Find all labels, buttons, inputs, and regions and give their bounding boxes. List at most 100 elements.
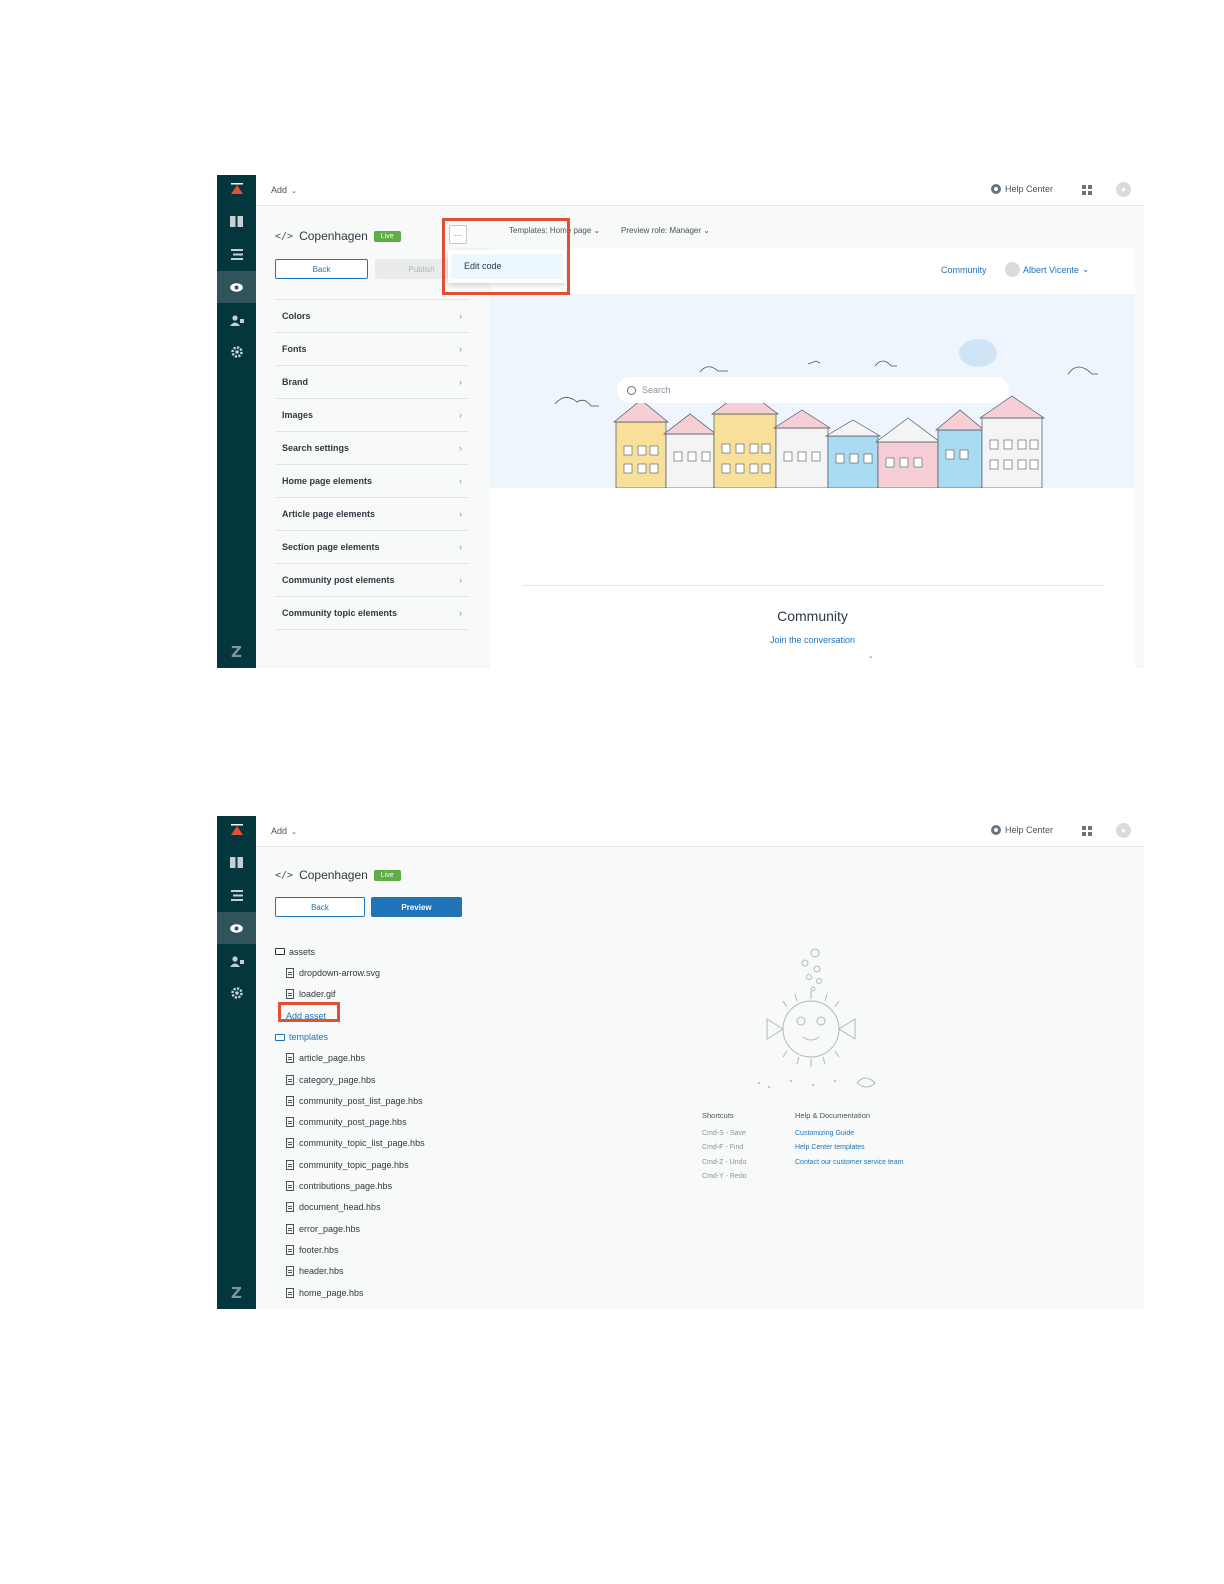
file-item[interactable]: contributions_page.hbs — [275, 1175, 515, 1196]
file-item[interactable]: community_topic_list_page.hbs — [275, 1133, 515, 1154]
file-item[interactable]: document_head.hbs — [275, 1197, 515, 1218]
user-avatar-icon[interactable]: ● — [1116, 823, 1131, 838]
settings-row-community-topic-elements[interactable]: Community topic elements › — [275, 597, 469, 630]
file-item[interactable]: article_page.hbs — [275, 1048, 515, 1069]
settings-icon[interactable] — [217, 977, 256, 1009]
callout-highlight — [278, 1002, 340, 1022]
folder-open-icon — [275, 1033, 285, 1041]
theme-preview: Community Albert Vicente ⌄ Search Commun… — [490, 248, 1135, 668]
preview-button[interactable]: Preview — [371, 897, 462, 917]
settings-row-home-page-elements[interactable]: Home page elements › — [275, 465, 469, 498]
help-docs-title: Help & Documentation — [795, 1111, 871, 1120]
settings-row-fonts[interactable]: Fonts › — [275, 333, 469, 366]
settings-list: Colors › Fonts › Brand › Images › Search set… — [275, 299, 469, 630]
add-menu[interactable]: Add ⌄ — [271, 185, 297, 195]
folder-assets[interactable]: assets — [275, 941, 515, 962]
user-avatar-icon — [1005, 262, 1020, 277]
zendesk-guide-logo[interactable] — [217, 816, 256, 846]
chevron-right-icon: › — [459, 608, 462, 618]
chevron-right-icon: › — [459, 344, 462, 354]
settings-row-label: Community topic elements — [282, 608, 398, 618]
file-item[interactable]: community_topic_page.hbs — [275, 1154, 515, 1175]
theme-header: </> Copenhagen Live — [275, 229, 401, 243]
preview-user-name: Albert Vicente — [1023, 264, 1079, 275]
screenshot-theme-code-editor: Z Add ⌄ Help Center ● </> Copenhagen Live… — [217, 816, 1144, 1309]
file-icon — [286, 1053, 294, 1064]
theme-name: Copenhagen — [299, 868, 368, 882]
help-center-label: Help Center — [1005, 184, 1054, 194]
file-icon — [286, 1138, 294, 1149]
knowledge-base-icon[interactable] — [217, 205, 256, 237]
divider — [522, 585, 1103, 586]
search-icon — [627, 385, 636, 395]
knowledge-base-icon[interactable] — [217, 846, 256, 878]
lifebuoy-icon — [991, 184, 1001, 194]
product-grid-icon[interactable] — [1082, 826, 1092, 836]
chevron-down-icon: ⌄ — [703, 226, 710, 235]
settings-row-article-page-elements[interactable]: Article page elements › — [275, 498, 469, 531]
settings-icon[interactable] — [217, 336, 256, 368]
zendesk-icon[interactable]: Z — [217, 1281, 256, 1305]
user-permissions-icon[interactable] — [217, 945, 256, 977]
folder-label: assets — [289, 946, 316, 957]
file-icon — [286, 1095, 294, 1106]
customize-design-icon[interactable] — [217, 271, 256, 303]
user-avatar-icon[interactable]: ● — [1116, 182, 1131, 197]
file-icon — [286, 1223, 294, 1234]
add-menu[interactable]: Add ⌄ — [271, 826, 297, 836]
settings-row-label: Images — [282, 410, 314, 420]
chevron-down-icon: ⌄ — [1081, 264, 1090, 274]
preview-search-input[interactable]: Search — [617, 377, 1009, 403]
help-docs-list: Help & Documentation Customizing Guide H… — [795, 1111, 904, 1173]
file-item[interactable]: community_post_list_page.hbs — [275, 1090, 515, 1111]
user-permissions-icon[interactable] — [217, 304, 256, 336]
file-name: community_post_list_page.hbs — [299, 1095, 423, 1106]
zendesk-guide-logo[interactable] — [217, 175, 256, 205]
help-docs-link[interactable]: Contact our customer service team — [795, 1159, 904, 1173]
file-name: community_topic_list_page.hbs — [299, 1138, 425, 1149]
customize-design-icon[interactable] — [217, 912, 256, 944]
settings-row-section-page-elements[interactable]: Section page elements › — [275, 531, 469, 564]
top-bar: Add ⌄ Help Center ● — [256, 816, 1144, 847]
product-grid-icon[interactable] — [1082, 185, 1092, 195]
product-rail: Z — [217, 816, 256, 1309]
settings-row-colors[interactable]: Colors › — [275, 300, 469, 333]
preview-community-join-link[interactable]: Join the conversation — [490, 635, 1135, 645]
back-button[interactable]: Back — [275, 259, 368, 279]
file-item[interactable]: dropdown-arrow.svg — [275, 962, 515, 983]
file-item[interactable]: header.hbs — [275, 1261, 515, 1282]
add-label: Add — [271, 185, 288, 195]
preview-community-link[interactable]: Community — [941, 265, 987, 275]
folder-icon — [275, 948, 285, 955]
settings-row-brand[interactable]: Brand › — [275, 366, 469, 399]
settings-row-images[interactable]: Images › — [275, 399, 469, 432]
folder-templates[interactable]: templates — [275, 1027, 515, 1048]
file-name: dropdown-arrow.svg — [299, 967, 381, 978]
help-docs-link[interactable]: Help Center templates — [795, 1144, 904, 1158]
settings-row-label: Article page elements — [282, 509, 376, 519]
file-icon — [286, 1181, 294, 1192]
zendesk-icon[interactable]: Z — [217, 640, 256, 664]
help-center-link[interactable]: Help Center — [991, 825, 1053, 835]
file-item[interactable]: community_post_page.hbs — [275, 1111, 515, 1132]
arrange-content-icon[interactable] — [217, 879, 256, 911]
shortcut-item: Cmd-Z - Undo — [702, 1158, 747, 1166]
settings-row-community-post-elements[interactable]: Community post elements › — [275, 564, 469, 597]
file-item[interactable]: category_page.hbs — [275, 1069, 515, 1090]
screenshot-theme-customize: Z Add ⌄ Help Center ● </> Copenhagen Live… — [217, 175, 1144, 668]
help-docs-link[interactable]: Customizing Guide — [795, 1130, 904, 1144]
preview-hero: Search — [490, 294, 1135, 488]
preview-user-menu[interactable]: Albert Vicente ⌄ — [1005, 262, 1089, 277]
arrange-content-icon[interactable] — [217, 238, 256, 270]
file-item[interactable]: footer.hbs — [275, 1239, 515, 1260]
back-button[interactable]: Back — [275, 897, 365, 917]
settings-row-search-settings[interactable]: Search settings › — [275, 432, 469, 465]
file-item[interactable]: home_page.hbs — [275, 1282, 515, 1303]
file-name: error_page.hbs — [299, 1223, 361, 1234]
file-item[interactable]: error_page.hbs — [275, 1218, 515, 1239]
file-name: contributions_page.hbs — [299, 1181, 393, 1192]
code-icon: </> — [275, 230, 294, 242]
preview-role-selector[interactable]: Preview role: Manager ⌄ — [621, 226, 710, 235]
file-icon — [286, 1202, 294, 1213]
help-center-link[interactable]: Help Center — [991, 184, 1053, 194]
